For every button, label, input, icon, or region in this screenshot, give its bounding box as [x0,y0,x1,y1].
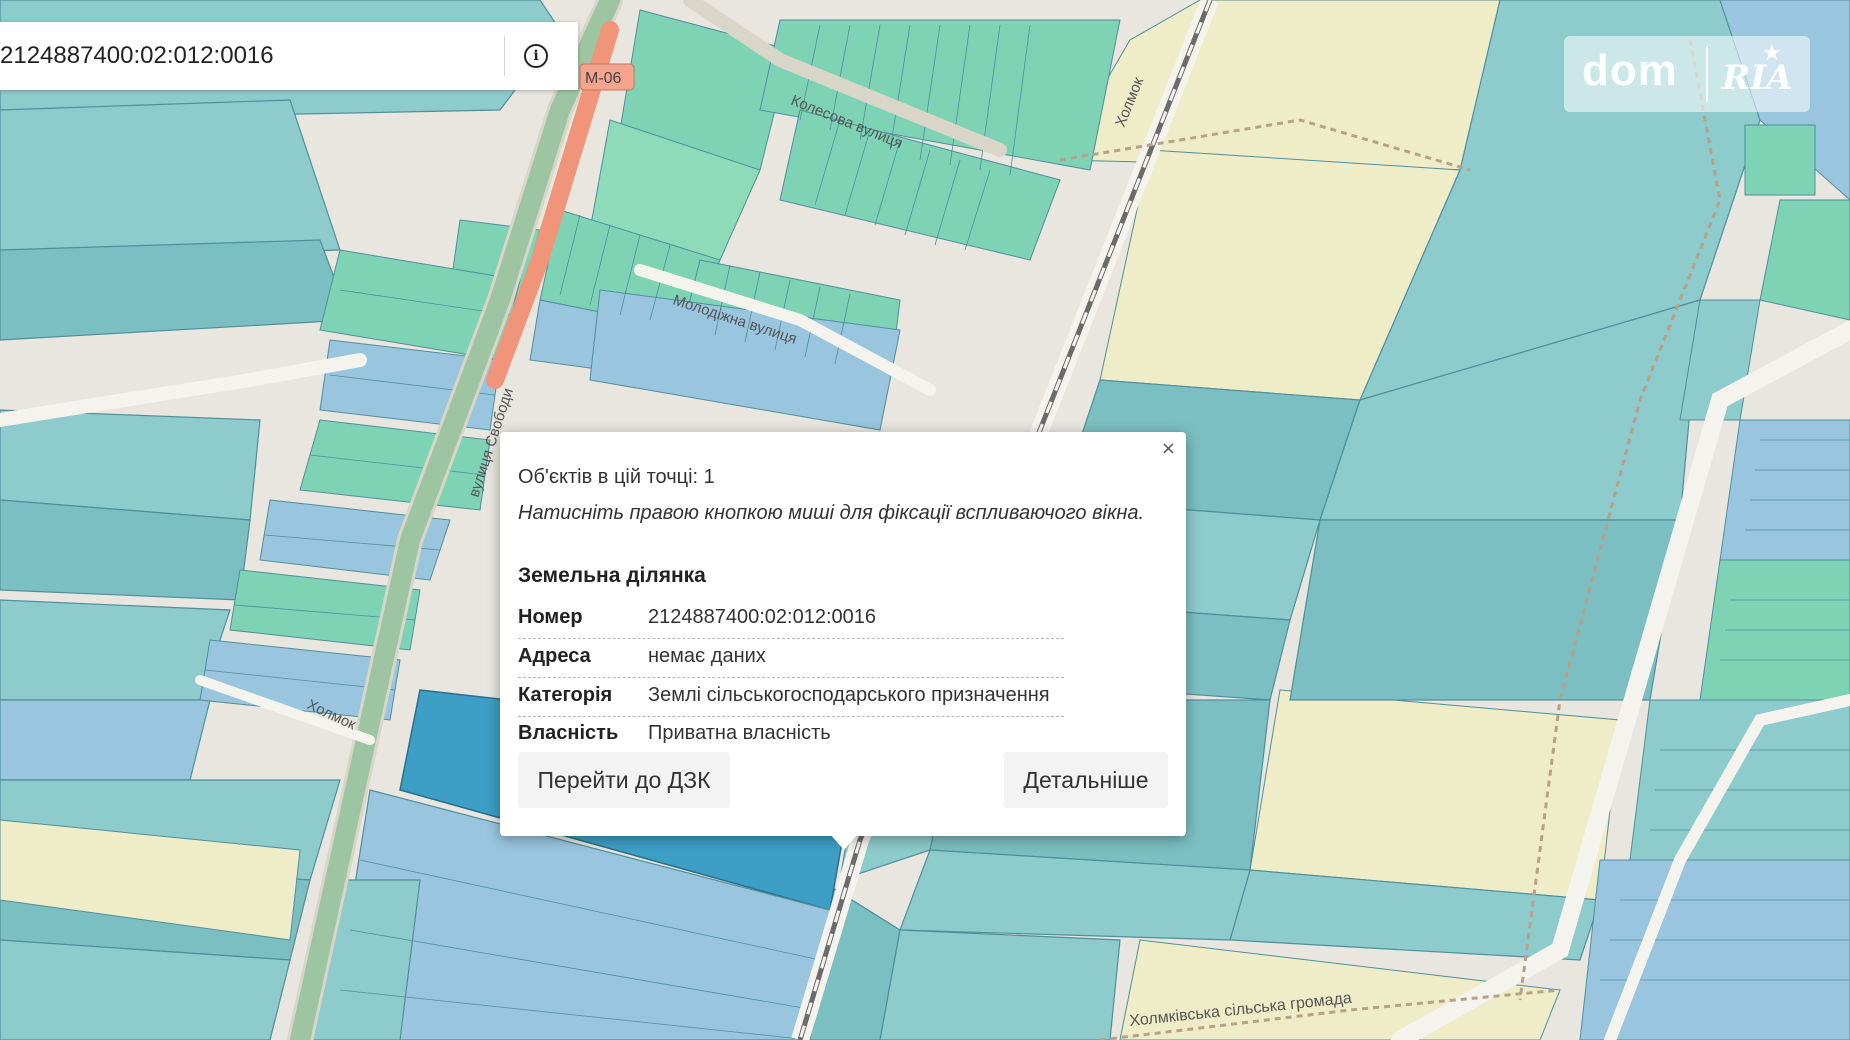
details-button[interactable]: Детальніше [1004,752,1168,808]
logo-dom-text: dom [1582,46,1678,95]
attr-row-category: Категорія Землі сільськогосподарського п… [518,678,1064,717]
popup-tip [830,834,858,850]
popup-object-count: Об'єктів в цій точці: 1 [518,466,715,488]
popup-hint: Натисніть правою кнопкою миші для фіксац… [518,502,1145,524]
logo-ria-text: RIA [1722,58,1793,98]
search-divider [504,36,505,76]
attr-row-number: Номер 2124887400:02:012:0016 [518,600,1064,639]
attr-value: Приватна власність [648,722,831,744]
domria-logo: dom ★ RIA [1564,36,1810,112]
logo-separator [1706,46,1708,102]
go-to-dzk-button[interactable]: Перейти до ДЗК [518,752,730,808]
attr-row-address: Адреса немає даних [518,639,1064,678]
attr-value: Землі сільськогосподарського призначення [648,684,1050,706]
attr-value: немає даних [648,645,766,667]
info-icon: i [524,44,548,68]
highway-ref-label: М-06 [585,70,622,87]
attr-key: Власність [518,722,619,744]
attr-key: Категорія [518,684,613,706]
info-button[interactable]: i [520,40,552,72]
attr-value: 2124887400:02:012:0016 [648,606,877,628]
attr-row-ownership: Власність Приватна власність [518,716,1064,754]
parcel-popup: × Об'єктів в цій точці: 1 Натисніть прав… [500,432,1186,836]
close-icon[interactable]: × [1161,440,1176,458]
cadastral-number-input[interactable]: 2124887400:02:012:0016 [0,42,274,70]
attr-key: Адреса [518,645,591,667]
search-box: 2124887400:02:012:0016 i [0,22,578,90]
popup-heading: Земельна ділянка [518,564,706,587]
attr-key: Номер [518,606,583,628]
